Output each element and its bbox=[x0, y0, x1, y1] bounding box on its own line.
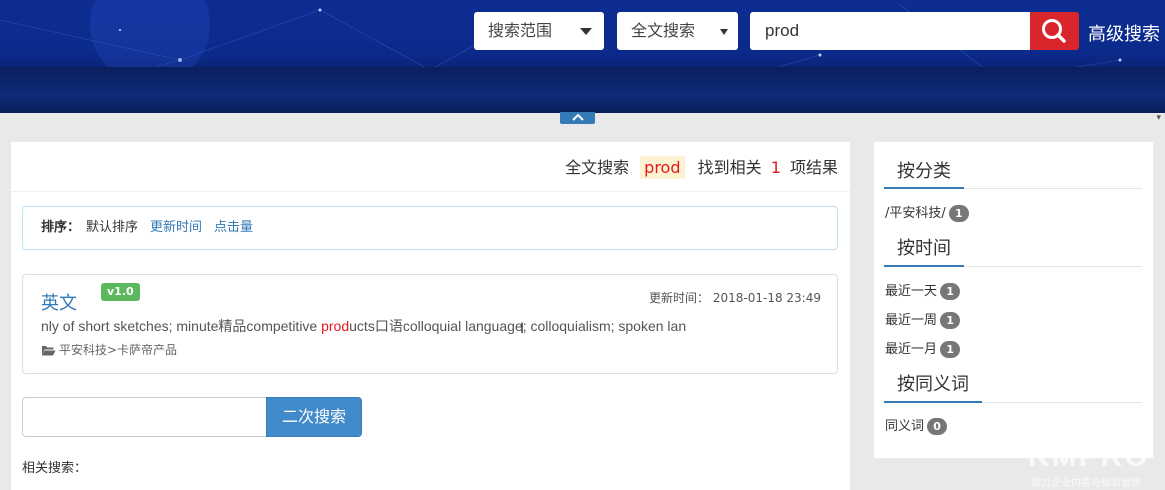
category-item-label: /平安科技/ bbox=[885, 206, 946, 221]
filter-sidebar: 按分类 /平安科技/1 按时间 最近一天 1 最近一周 1 最近一月 1 按同义词 同… bbox=[874, 142, 1153, 458]
chevron-down-icon bbox=[720, 29, 728, 35]
update-time-label: 更新时间： bbox=[649, 291, 710, 305]
banner-lower-band bbox=[0, 67, 1165, 113]
result-path: 平安科技>卡萨帝产品 bbox=[41, 341, 177, 358]
time-item-label: 最近一月 bbox=[885, 342, 938, 357]
time-item-week[interactable]: 最近一周 1 bbox=[885, 309, 961, 329]
count-badge: 0 bbox=[927, 418, 948, 435]
time-section-title: 按时间 bbox=[897, 238, 951, 259]
chevron-up-icon bbox=[571, 113, 584, 121]
time-item-day[interactable]: 最近一天 1 bbox=[885, 280, 961, 300]
summary-found-suffix: 项结果 bbox=[789, 158, 838, 177]
collapse-header-button[interactable] bbox=[560, 112, 595, 124]
snippet-highlight: prod bbox=[321, 318, 350, 334]
result-update-time: 更新时间： 2018-01-18 23:49 bbox=[649, 289, 821, 306]
search-input[interactable] bbox=[750, 12, 1031, 50]
secondary-search-button[interactable]: 二次搜索 bbox=[266, 397, 362, 437]
brand-watermark: KMPRO 致力企业内容与知识管理 bbox=[1028, 440, 1163, 490]
scope-dropdown[interactable]: 搜索范围 bbox=[474, 12, 604, 50]
search-icon bbox=[1042, 19, 1066, 43]
summary-mode: 全文搜索 bbox=[565, 158, 630, 177]
snippet-before: nly of short sketches; minute精品competiti… bbox=[41, 318, 322, 334]
version-badge: v1.0 bbox=[101, 283, 140, 301]
watermark-logo: KMPRO bbox=[1028, 440, 1150, 473]
count-badge: 1 bbox=[940, 341, 961, 358]
scope-dropdown-label: 搜索范围 bbox=[488, 21, 553, 40]
summary-found-prefix: 找到相关 bbox=[697, 158, 762, 177]
time-item-label: 最近一天 bbox=[885, 284, 938, 299]
secondary-search-input[interactable] bbox=[22, 397, 267, 437]
count-badge: 1 bbox=[940, 283, 961, 300]
category-section-title: 按分类 bbox=[897, 161, 951, 182]
result-item: 英文 v1.0 更新时间： 2018-01-18 23:49 nly of sh… bbox=[22, 274, 838, 374]
count-badge: 1 bbox=[948, 205, 969, 222]
folder-open-icon bbox=[42, 346, 56, 356]
sort-by-clicks-link[interactable]: 点击量 bbox=[214, 220, 253, 235]
results-summary: 全文搜索 prod 找到相关 1 项结果 bbox=[565, 154, 838, 179]
sort-default[interactable]: 默认排序 bbox=[86, 220, 138, 235]
synonym-item-label: 同义词 bbox=[885, 419, 925, 434]
result-title-link[interactable]: 英文 bbox=[41, 289, 77, 315]
summary-count: 1 bbox=[770, 158, 781, 177]
update-time-value: 2018-01-18 23:49 bbox=[712, 291, 821, 305]
results-panel: 全文搜索 prod 找到相关 1 项结果 排序： 默认排序 更新时间 点击量 英文 v… bbox=[11, 142, 850, 490]
related-search-label: 相关搜索： bbox=[22, 461, 88, 476]
sort-label: 排序： bbox=[41, 220, 81, 235]
sort-bar: 排序： 默认排序 更新时间 点击量 bbox=[22, 206, 838, 250]
mode-select[interactable]: 全文搜索 bbox=[617, 12, 738, 50]
synonym-item[interactable]: 同义词 0 bbox=[885, 415, 948, 435]
sort-by-time-link[interactable]: 更新时间 bbox=[150, 220, 202, 235]
time-item-month[interactable]: 最近一月 1 bbox=[885, 338, 961, 358]
section-accent bbox=[884, 401, 982, 403]
count-badge: 1 bbox=[940, 312, 961, 329]
synonym-section-title: 按同义词 bbox=[897, 374, 969, 395]
scroll-down-icon[interactable]: ▾ bbox=[1156, 113, 1161, 123]
section-accent bbox=[884, 265, 964, 267]
chevron-down-icon bbox=[580, 28, 592, 35]
watermark-slogan: 致力企业内容与知识管理 bbox=[1031, 478, 1141, 489]
result-path-link[interactable]: 平安科技>卡萨帝产品 bbox=[59, 343, 177, 357]
time-item-label: 最近一周 bbox=[885, 313, 938, 328]
snippet-after: ucts口语colloquial language; colloquialism… bbox=[349, 318, 687, 334]
divider bbox=[11, 191, 850, 192]
category-item[interactable]: /平安科技/1 bbox=[885, 202, 969, 222]
text-cursor-icon: I bbox=[520, 321, 525, 337]
header-banner: 搜索范围 全文搜索 高级搜索 bbox=[0, 0, 1165, 113]
summary-keyword: prod bbox=[640, 156, 685, 179]
advanced-search-link[interactable]: 高级搜索 bbox=[1088, 20, 1160, 46]
mode-select-label: 全文搜索 bbox=[631, 21, 696, 40]
section-accent bbox=[884, 187, 964, 189]
result-snippet: nly of short sketches; minute精品competiti… bbox=[41, 316, 686, 336]
search-button[interactable] bbox=[1030, 12, 1079, 50]
